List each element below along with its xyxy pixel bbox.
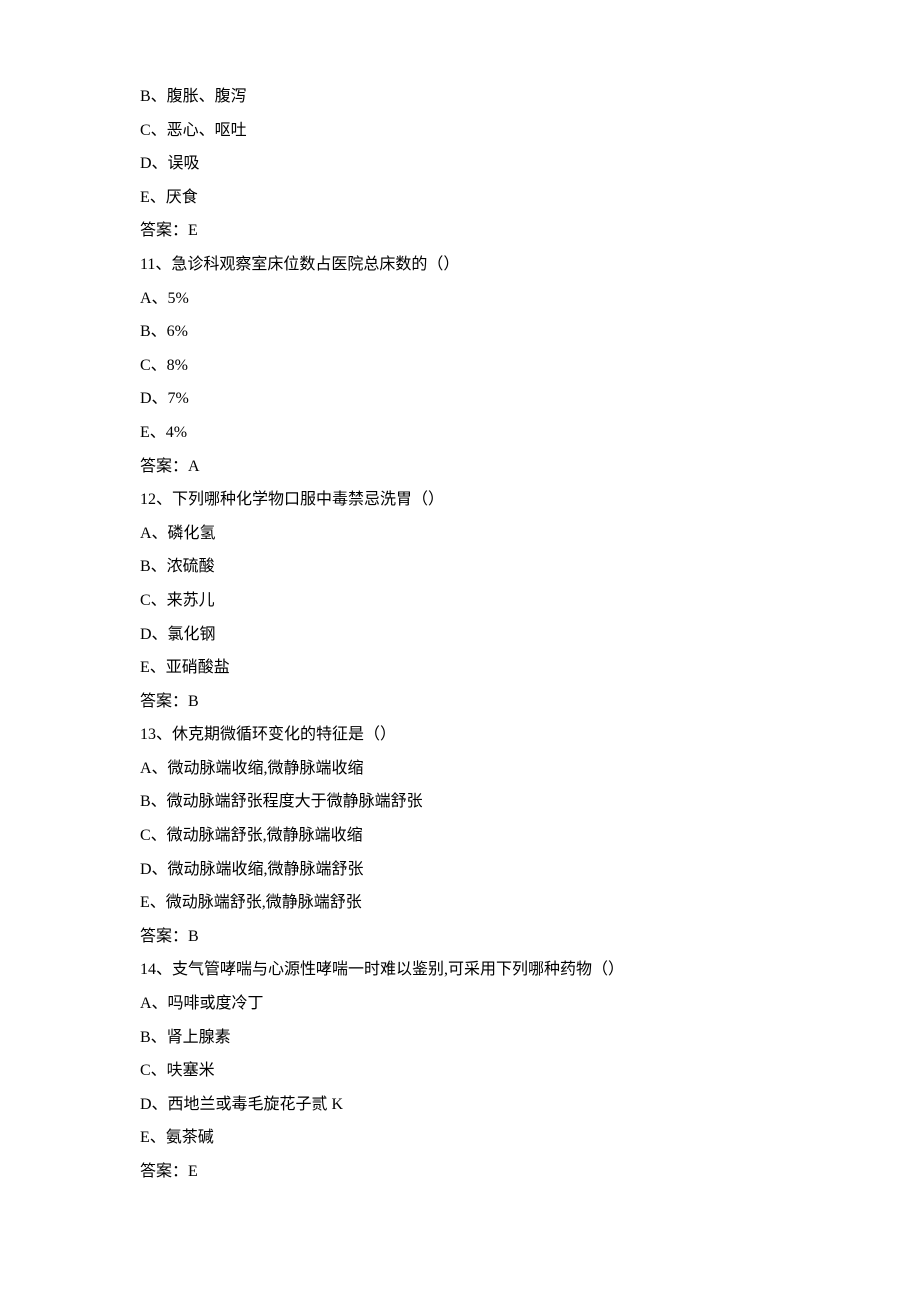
option-line: A、磷化氢 [140,517,780,551]
question-line: 14、支气管哮喘与心源性哮喘一时难以鉴别,可采用下列哪种药物（） [140,953,780,987]
option-line: D、误吸 [140,147,780,181]
option-line: C、呋塞米 [140,1054,780,1088]
option-line: B、肾上腺素 [140,1021,780,1055]
answer-line: 答案：B [140,685,780,719]
option-line: B、6% [140,315,780,349]
option-line: A、吗啡或度冷丁 [140,987,780,1021]
option-line: B、腹胀、腹泻 [140,80,780,114]
option-line: E、亚硝酸盐 [140,651,780,685]
option-line: D、西地兰或毒毛旋花子贰 K [140,1088,780,1122]
option-line: D、微动脉端收缩,微静脉端舒张 [140,853,780,887]
option-line: E、氨茶碱 [140,1121,780,1155]
answer-line: 答案：E [140,1155,780,1189]
option-line: A、微动脉端收缩,微静脉端收缩 [140,752,780,786]
question-line: 11、急诊科观察室床位数占医院总床数的（） [140,248,780,282]
option-line: C、来苏儿 [140,584,780,618]
answer-line: 答案：B [140,920,780,954]
option-line: C、恶心、呕吐 [140,114,780,148]
option-line: A、5% [140,282,780,316]
option-line: C、8% [140,349,780,383]
option-line: D、氯化钢 [140,618,780,652]
question-line: 12、下列哪种化学物口服中毒禁忌洗胃（） [140,483,780,517]
answer-line: 答案：E [140,214,780,248]
document-page: B、腹胀、腹泻 C、恶心、呕吐 D、误吸 E、厌食 答案：E 11、急诊科观察室… [0,0,920,1301]
option-line: B、浓硫酸 [140,550,780,584]
option-line: E、4% [140,416,780,450]
question-line: 13、休克期微循环变化的特征是（） [140,718,780,752]
answer-line: 答案：A [140,450,780,484]
option-line: E、厌食 [140,181,780,215]
option-line: C、微动脉端舒张,微静脉端收缩 [140,819,780,853]
option-line: E、微动脉端舒张,微静脉端舒张 [140,886,780,920]
option-line: B、微动脉端舒张程度大于微静脉端舒张 [140,785,780,819]
option-line: D、7% [140,382,780,416]
